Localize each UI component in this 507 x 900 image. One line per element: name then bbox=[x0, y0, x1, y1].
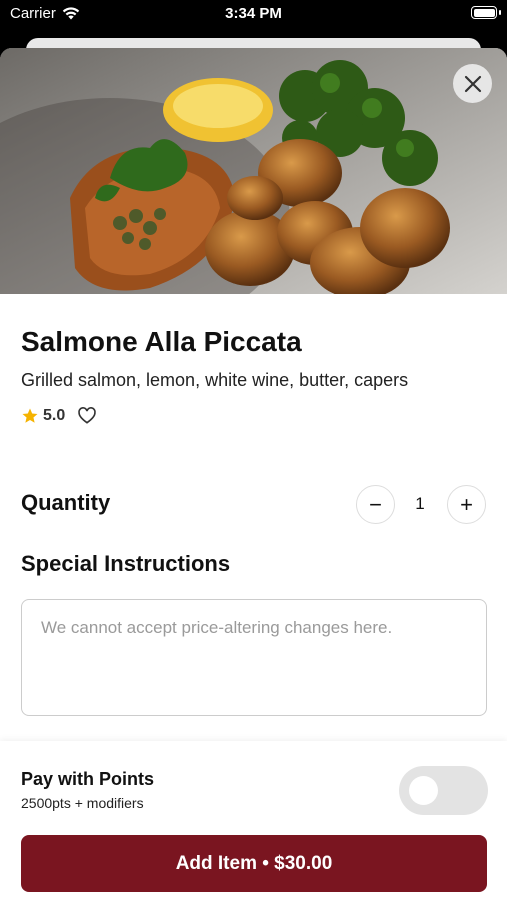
clock: 3:34 PM bbox=[225, 5, 282, 22]
favorite-heart-icon[interactable] bbox=[77, 406, 97, 426]
star-icon bbox=[22, 408, 38, 423]
food-illustration bbox=[0, 48, 507, 294]
plus-icon: + bbox=[460, 491, 473, 517]
add-item-button[interactable]: Add Item • $30.00 bbox=[21, 835, 487, 892]
toggle-knob bbox=[409, 776, 438, 805]
minus-icon: − bbox=[369, 491, 382, 517]
battery-icon bbox=[471, 6, 501, 19]
close-icon bbox=[464, 75, 481, 92]
increase-quantity-button[interactable]: + bbox=[447, 485, 486, 524]
rating-row: 5.0 bbox=[21, 406, 97, 426]
decrease-quantity-button[interactable]: − bbox=[356, 485, 395, 524]
item-photo bbox=[0, 48, 507, 294]
close-button[interactable] bbox=[453, 64, 492, 103]
status-bar: Carrier 3:34 PM bbox=[0, 0, 507, 30]
special-instructions-input[interactable] bbox=[21, 599, 487, 716]
checkout-footer: Pay with Points 2500pts + modifiers Add … bbox=[0, 741, 507, 900]
item-title: Salmone Alla Piccata bbox=[21, 326, 302, 357]
rating-value: 5.0 bbox=[43, 407, 66, 424]
quantity-label: Quantity bbox=[21, 490, 111, 515]
item-description: Grilled salmon, lemon, white wine, butte… bbox=[21, 370, 409, 390]
pay-with-points-toggle[interactable] bbox=[399, 766, 488, 815]
pay-with-points-title: Pay with Points bbox=[21, 769, 155, 789]
item-detail-sheet: Salmone Alla Piccata Grilled salmon, lem… bbox=[0, 48, 507, 900]
quantity-value: 1 bbox=[415, 494, 425, 513]
points-cost: 2500pts + modifiers bbox=[21, 795, 144, 811]
special-instructions-label: Special Instructions bbox=[21, 551, 231, 576]
